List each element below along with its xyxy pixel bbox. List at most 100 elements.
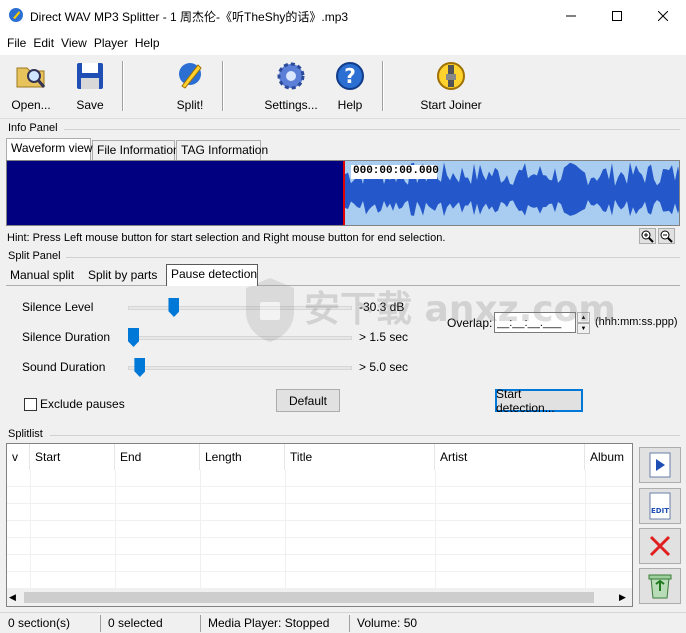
split-button[interactable]: Split!: [168, 60, 212, 114]
column-header-artist[interactable]: Artist: [435, 444, 585, 470]
scroll-right-icon[interactable]: ▶: [619, 592, 626, 603]
zoom-out-icon: [660, 230, 673, 243]
open-folder-icon: [16, 67, 46, 88]
maximize-button[interactable]: [594, 0, 640, 31]
status-player: Media Player: Stopped: [208, 616, 330, 630]
toolbar-separator: [122, 61, 124, 111]
column-header-title[interactable]: Title: [285, 444, 435, 470]
column-header-v[interactable]: v: [7, 444, 30, 470]
splitlist-label: Splitlist: [8, 428, 43, 440]
tab-split-by-parts[interactable]: Split by parts: [84, 266, 164, 286]
settings-label: Settings...: [264, 98, 318, 112]
tab-manual-split[interactable]: Manual split: [6, 266, 76, 286]
watermark: 安下载 anxz.com: [240, 274, 616, 354]
status-bar: 0 section(s) 0 selected Media Player: St…: [0, 612, 686, 633]
open-label: Open...: [11, 98, 51, 112]
column-header-start[interactable]: Start: [30, 444, 115, 470]
menu-player[interactable]: Player: [91, 36, 131, 50]
table-row: [7, 487, 632, 504]
save-button[interactable]: Save: [68, 60, 112, 114]
play-document-icon: [649, 452, 671, 478]
zoom-out-button[interactable]: [658, 228, 675, 244]
toolbar: Open... Save Split! Settings... ? Help S…: [0, 55, 686, 119]
window-title: Direct WAV MP3 Splitter - 1 周杰伦-《听TheShy…: [30, 10, 349, 24]
title-bar: Direct WAV MP3 Splitter - 1 周杰伦-《听TheShy…: [0, 0, 686, 31]
tab-tag-information[interactable]: TAG Information: [176, 140, 268, 160]
menu-edit[interactable]: Edit: [30, 36, 57, 50]
exclude-pauses-checkbox[interactable]: [24, 398, 37, 411]
table-row: [7, 504, 632, 521]
split-panel-label: Split Panel: [8, 250, 61, 262]
zoom-in-icon: [641, 230, 654, 243]
delete-section-button[interactable]: [639, 528, 681, 564]
exclude-pauses-label: Exclude pauses: [40, 397, 125, 411]
table-column-divider: [200, 470, 201, 589]
status-separator: [200, 615, 201, 632]
silence-level-slider[interactable]: [168, 298, 180, 317]
menu-file[interactable]: File: [4, 36, 29, 50]
play-section-button[interactable]: [639, 447, 681, 483]
horizontal-scrollbar[interactable]: ◀ ▶: [7, 589, 632, 606]
status-separator: [100, 615, 101, 632]
help-button[interactable]: ? Help: [330, 60, 370, 114]
tab-pause-detection[interactable]: Pause detection: [166, 264, 258, 286]
status-sections: 0 section(s): [8, 616, 71, 630]
menu-view[interactable]: View: [58, 36, 90, 50]
status-separator: [349, 615, 350, 632]
splitlist-table[interactable]: v Start End Length Title Artist Album ◀ …: [6, 443, 633, 607]
info-tabs: Waveform view File Information TAG Infor…: [6, 138, 680, 160]
recycle-bin-icon: [648, 574, 672, 599]
save-label: Save: [76, 98, 104, 112]
table-column-divider: [585, 470, 586, 589]
clear-list-button[interactable]: [639, 568, 681, 604]
tab-file-information[interactable]: File Information: [92, 140, 180, 160]
sound-duration-label: Sound Duration: [22, 360, 106, 374]
silence-duration-label: Silence Duration: [22, 330, 111, 344]
table-column-divider: [435, 470, 436, 589]
menu-help[interactable]: Help: [132, 36, 163, 50]
table-column-divider: [115, 470, 116, 589]
scrollbar-thumb[interactable]: [24, 592, 594, 603]
sound-duration-value: > 5.0 sec: [359, 360, 409, 374]
start-joiner-button[interactable]: Start Joiner: [420, 60, 482, 114]
settings-button[interactable]: Settings...: [264, 60, 318, 114]
table-row: [7, 470, 632, 487]
maximize-icon: [612, 10, 622, 21]
toolbar-separator: [382, 61, 384, 111]
table-column-divider: [285, 470, 286, 589]
scroll-left-icon[interactable]: ◀: [9, 592, 16, 603]
table-row: [7, 572, 632, 589]
delete-x-icon: [649, 535, 671, 557]
open-button[interactable]: Open...: [8, 60, 54, 114]
floppy-disk-icon: [77, 63, 103, 89]
split-pen-icon: [179, 63, 202, 89]
column-header-album[interactable]: Album: [585, 444, 632, 470]
help-label: Help: [337, 98, 363, 112]
minimize-icon: [566, 15, 576, 16]
default-button[interactable]: Default: [276, 389, 340, 412]
zoom-in-button[interactable]: [639, 228, 656, 244]
split-label: Split!: [176, 98, 204, 112]
start-joiner-label: Start Joiner: [420, 98, 482, 112]
silence-duration-slider[interactable]: [128, 328, 139, 347]
status-volume: Volume: 50: [357, 616, 418, 630]
toolbar-separator: [222, 61, 224, 111]
close-button[interactable]: [640, 0, 686, 31]
help-question-icon: ?: [336, 62, 364, 90]
status-selected: 0 selected: [108, 616, 163, 630]
column-header-end[interactable]: End: [115, 444, 200, 470]
splitlist-divider: [50, 435, 680, 436]
edit-section-button[interactable]: EDIT: [639, 488, 681, 524]
waveform-view[interactable]: 000:00:00.000: [6, 160, 680, 226]
start-detection-button[interactable]: Start detection...: [495, 387, 583, 415]
sound-duration-slider[interactable]: [134, 358, 146, 377]
minimize-button[interactable]: [548, 0, 594, 31]
waveform-graph: [7, 161, 679, 225]
column-header-length[interactable]: Length: [200, 444, 285, 470]
tab-waveform-view[interactable]: Waveform view: [6, 138, 93, 160]
table-row: [7, 538, 632, 555]
silence-level-label: Silence Level: [22, 300, 94, 314]
table-row: [7, 555, 632, 572]
svg-text:EDIT: EDIT: [651, 507, 669, 515]
joiner-zipper-icon: [437, 62, 465, 90]
